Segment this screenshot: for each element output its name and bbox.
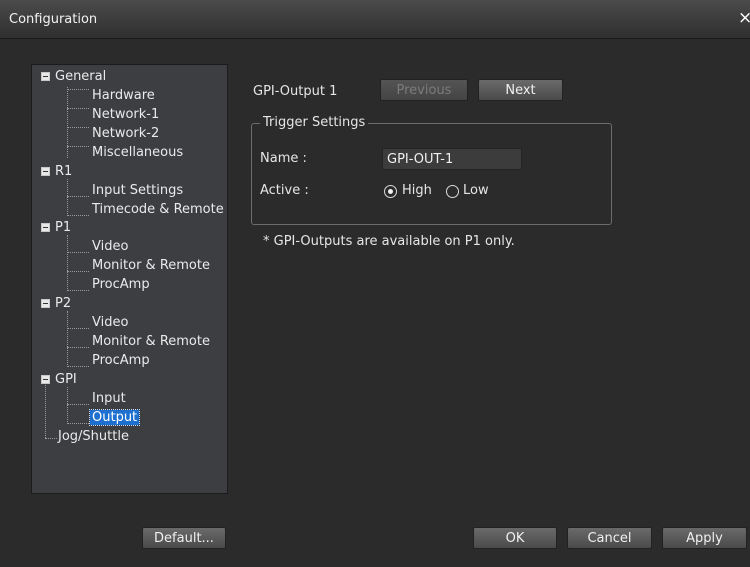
trigger-settings-group: Trigger Settings bbox=[251, 115, 612, 225]
tree-node-p2[interactable]: P2 bbox=[55, 295, 71, 313]
tree-item-miscellaneous[interactable]: Miscellaneous bbox=[92, 144, 183, 162]
tree-item-p1-procamp[interactable]: ProcAmp bbox=[92, 276, 150, 294]
collapse-icon[interactable] bbox=[41, 167, 50, 176]
ok-button[interactable]: OK bbox=[473, 527, 557, 549]
radio-low[interactable] bbox=[446, 185, 459, 198]
tree-item-gpi-input[interactable]: Input bbox=[92, 390, 126, 408]
tree-item-network-1[interactable]: Network-1 bbox=[92, 106, 159, 124]
dialog-body: General Hardware Network-1 Network-2 Mis… bbox=[0, 39, 750, 567]
tree-item-p2-monitor-remote[interactable]: Monitor & Remote bbox=[92, 333, 210, 351]
tree-item-network-2[interactable]: Network-2 bbox=[92, 125, 159, 143]
tree-item-input-settings[interactable]: Input Settings bbox=[92, 182, 183, 200]
cancel-button[interactable]: Cancel bbox=[567, 527, 652, 549]
apply-button[interactable]: Apply bbox=[662, 527, 747, 549]
radio-low-label[interactable]: Low bbox=[463, 183, 489, 198]
tree-node-gpi[interactable]: GPI bbox=[55, 371, 77, 389]
tree-node-r1[interactable]: R1 bbox=[55, 163, 72, 181]
name-label: Name : bbox=[260, 151, 307, 166]
default-button[interactable]: Default... bbox=[142, 527, 226, 549]
tree-item-p1-monitor-remote[interactable]: Monitor & Remote bbox=[92, 257, 210, 275]
collapse-icon[interactable] bbox=[41, 375, 50, 384]
collapse-icon[interactable] bbox=[41, 223, 50, 232]
title-bar: Configuration × bbox=[0, 0, 750, 39]
collapse-icon[interactable] bbox=[41, 299, 50, 308]
next-button[interactable]: Next bbox=[478, 79, 563, 101]
tree-node-general[interactable]: General bbox=[55, 68, 106, 86]
window-title: Configuration bbox=[9, 12, 98, 27]
tree-item-gpi-output[interactable]: Output bbox=[88, 409, 141, 427]
availability-note: * GPI-Outputs are available on P1 only. bbox=[263, 234, 515, 249]
radio-high-label[interactable]: High bbox=[402, 183, 432, 198]
active-label: Active : bbox=[260, 183, 309, 198]
tree-item-p1-video[interactable]: Video bbox=[92, 238, 128, 256]
collapse-icon[interactable] bbox=[41, 72, 50, 81]
config-tree[interactable]: General Hardware Network-1 Network-2 Mis… bbox=[31, 64, 228, 494]
tree-item-p2-video[interactable]: Video bbox=[92, 314, 128, 332]
tree-item-timecode-remote[interactable]: Timecode & Remote bbox=[92, 201, 224, 219]
previous-button[interactable]: Previous bbox=[380, 79, 468, 101]
tree-node-p1[interactable]: P1 bbox=[55, 219, 71, 237]
radio-high[interactable] bbox=[384, 185, 397, 198]
close-icon[interactable]: × bbox=[738, 8, 750, 28]
selected-tree-label[interactable]: Output bbox=[88, 409, 141, 426]
tree-item-p2-procamp[interactable]: ProcAmp bbox=[92, 352, 150, 370]
tree-item-hardware[interactable]: Hardware bbox=[92, 87, 155, 105]
group-title: Trigger Settings bbox=[260, 115, 369, 131]
gpi-output-heading: GPI-Output 1 bbox=[253, 84, 338, 99]
name-field[interactable] bbox=[382, 148, 522, 170]
tree-node-jog-shuttle[interactable]: Jog/Shuttle bbox=[58, 428, 129, 446]
